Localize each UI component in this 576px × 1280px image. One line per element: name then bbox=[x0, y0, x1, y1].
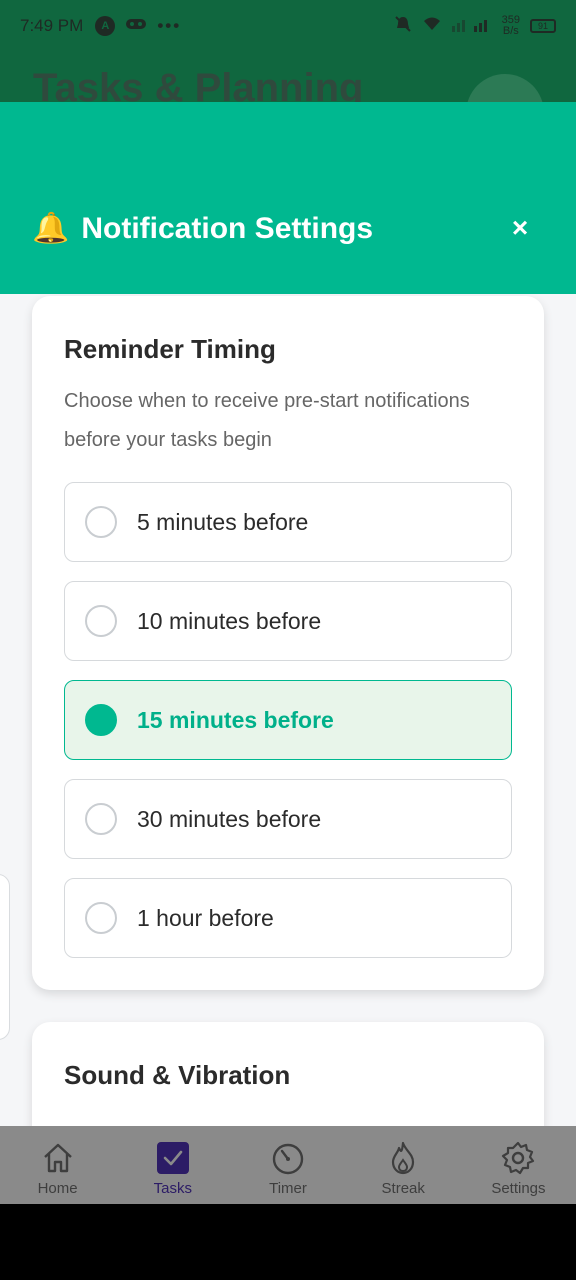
close-button[interactable]: × bbox=[508, 214, 532, 242]
status-right: 359 B/s 91 bbox=[394, 15, 556, 38]
background-card-edge bbox=[0, 874, 10, 1040]
status-time: 7:49 PM bbox=[20, 16, 84, 35]
reminder-timing-description: Choose when to receive pre-start notific… bbox=[64, 390, 470, 451]
home-icon bbox=[43, 1143, 72, 1173]
radio-circle[interactable] bbox=[85, 506, 117, 538]
bottom-nav: Home Tasks Timer Streak Settings bbox=[0, 1126, 576, 1204]
app-notification-icon: A bbox=[95, 16, 116, 36]
screen: 7:49 PM A ••• 359 B/s 91 Tasks & Plannin… bbox=[0, 0, 576, 1280]
bell-icon: 🔔 bbox=[32, 212, 70, 245]
nav-label: Settings bbox=[491, 1180, 546, 1197]
option-1-hour[interactable]: 1 hour before bbox=[64, 878, 512, 958]
modal-body[interactable]: Reminder Timing Choose when to receive p… bbox=[0, 294, 576, 1126]
nav-label: Streak bbox=[381, 1180, 425, 1197]
option-10-minutes[interactable]: 10 minutes before bbox=[64, 581, 512, 661]
nav-timer[interactable]: Timer bbox=[230, 1126, 345, 1204]
speed-unit: B/s bbox=[502, 25, 519, 37]
modal-title: 🔔 Notification Settings bbox=[32, 212, 373, 246]
nav-label: Home bbox=[37, 1180, 78, 1197]
flame-icon bbox=[392, 1141, 415, 1175]
mute-bell-icon bbox=[394, 15, 412, 38]
signal-icon bbox=[451, 16, 492, 37]
battery-level: 91 bbox=[537, 21, 548, 31]
timer-icon bbox=[272, 1143, 304, 1175]
nav-label: Tasks bbox=[153, 1180, 192, 1197]
tasks-check-icon bbox=[156, 1142, 189, 1174]
radio-circle-selected[interactable] bbox=[85, 704, 117, 736]
wifi-icon bbox=[422, 16, 442, 37]
option-label: 15 minutes before bbox=[137, 706, 334, 733]
reminder-timing-card: Reminder Timing Choose when to receive p… bbox=[32, 296, 544, 990]
nav-settings[interactable]: Settings bbox=[461, 1126, 576, 1204]
option-5-minutes[interactable]: 5 minutes before bbox=[64, 482, 512, 562]
radio-circle[interactable] bbox=[85, 902, 117, 934]
modal-header: 🔔 Notification Settings × bbox=[0, 102, 576, 294]
reminder-timing-title: Reminder Timing bbox=[64, 334, 276, 364]
network-speed: 359 B/s bbox=[502, 15, 520, 37]
radio-circle[interactable] bbox=[85, 605, 117, 637]
system-navigation-bar bbox=[0, 1204, 576, 1280]
modal-title-text: Notification Settings bbox=[81, 212, 374, 245]
status-bar: 7:49 PM A ••• 359 B/s 91 bbox=[0, 0, 576, 52]
option-15-minutes[interactable]: 15 minutes before bbox=[64, 680, 512, 760]
nav-tasks[interactable]: Tasks bbox=[115, 1126, 230, 1204]
option-30-minutes[interactable]: 30 minutes before bbox=[64, 779, 512, 859]
nav-label: Timer bbox=[269, 1180, 307, 1197]
battery-icon: 91 bbox=[530, 19, 556, 33]
sound-vibration-title: Sound & Vibration bbox=[64, 1060, 291, 1090]
nav-home[interactable]: Home bbox=[0, 1126, 115, 1204]
option-label: 1 hour before bbox=[137, 904, 274, 931]
nav-streak[interactable]: Streak bbox=[346, 1126, 461, 1204]
option-label: 5 minutes before bbox=[137, 508, 309, 535]
option-label: 30 minutes before bbox=[137, 805, 322, 832]
sound-vibration-card: Sound & Vibration bbox=[32, 1022, 544, 1126]
gamepad-icon bbox=[125, 16, 147, 36]
more-notifications-icon: ••• bbox=[157, 16, 182, 35]
radio-circle[interactable] bbox=[85, 803, 117, 835]
option-label: 10 minutes before bbox=[137, 607, 322, 634]
gear-icon bbox=[502, 1141, 535, 1175]
